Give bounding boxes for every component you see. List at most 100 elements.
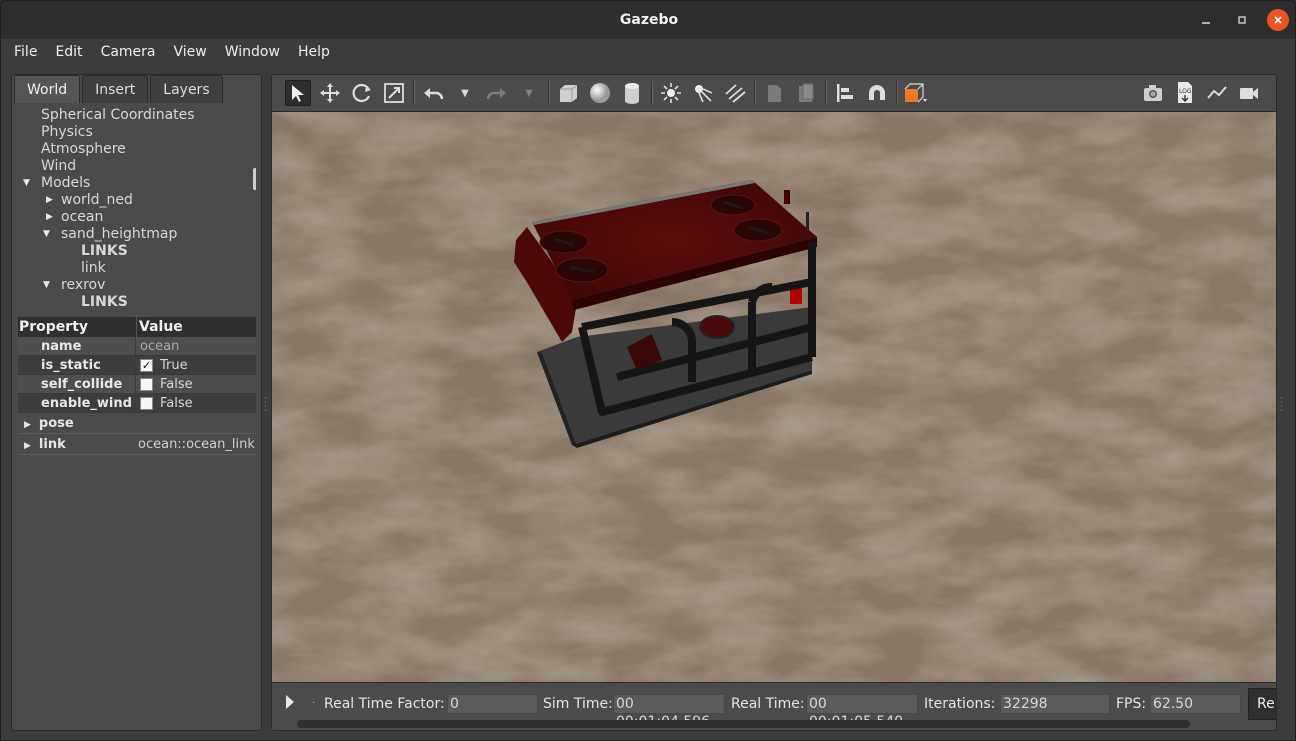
enable-wind-checkbox[interactable] [140,396,153,410]
video-record-icon[interactable] [1236,80,1262,106]
tab-insert[interactable]: Insert [82,75,149,103]
select-arrow-icon[interactable] [285,80,311,106]
property-row-enable-wind: enable_wind False [18,394,256,413]
left-splitter-grip[interactable]: · · · · [264,395,267,415]
expanded-arrow-icon[interactable]: ▼ [23,175,30,192]
expanded-arrow-icon[interactable]: ▼ [43,277,50,294]
tree-item-world-ned[interactable]: ▶ world_ned [18,192,256,209]
property-group-link[interactable]: ▶ link ocean::ocean_link [18,435,256,455]
expanded-arrow-icon[interactable]: ▼ [43,226,50,243]
tree-item-physics[interactable]: Physics [18,124,256,141]
sand-texture [272,112,1276,682]
tree-item-link[interactable]: link [18,260,256,277]
property-row-is-static: is_static ✓ True [18,356,256,375]
cylinder-shape-icon[interactable] [619,80,645,106]
robot-sensor-2 [806,212,809,230]
iterations-label: Iterations: [924,696,996,712]
title-bar[interactable]: Gazebo [1,1,1295,39]
tree-item-spherical-coordinates[interactable]: Spherical Coordinates [18,107,256,124]
is-static-checkbox[interactable]: ✓ [140,358,153,372]
tab-world[interactable]: World [14,75,81,103]
redo-icon[interactable] [484,80,510,106]
self-collide-checkbox[interactable] [140,377,153,391]
property-table-header: Property Value [18,317,256,337]
tab-layers[interactable]: Layers [150,75,223,103]
scale-icon[interactable] [381,80,407,106]
property-group-pose[interactable]: ▶ pose [18,414,256,434]
status-horizontal-scrollbar[interactable] [297,720,1190,728]
screenshot-camera-icon[interactable] [1140,80,1166,106]
left-panel-tabs: World Insert Layers [14,75,225,103]
spot-light-icon[interactable] [690,80,716,106]
robot-red-light [790,288,802,304]
tree-item-ocean[interactable]: ▶ ocean [18,209,256,226]
real-time-label: Real Time: [731,696,805,712]
plot-icon[interactable] [1204,80,1230,106]
menu-window[interactable]: Window [216,44,289,60]
rotate-icon[interactable] [349,80,375,106]
property-column-header: Property [19,319,89,335]
tree-item-rexrov[interactable]: ▼ rexrov [18,277,256,294]
paste-icon[interactable] [793,80,819,106]
tree-item-links-header: LINKS [81,243,128,259]
translate-icon[interactable] [317,80,343,106]
snap-magnet-icon[interactable] [864,80,890,106]
menu-view[interactable]: View [165,44,216,60]
maximize-button[interactable] [1231,9,1253,31]
render-area: ▼ ▼ LOG . Real Time Factor: 0 Sim Time: … [271,74,1277,731]
collapsed-arrow-icon[interactable]: ▶ [46,209,53,226]
tree-item-atmosphere[interactable]: Atmosphere [18,141,256,158]
property-value-name: ocean [140,338,180,354]
svg-text:LOG: LOG [1179,88,1192,95]
box-shape-icon[interactable] [555,80,581,106]
rtf-label: Real Time Factor: [324,696,445,712]
tree-item-wind[interactable]: Wind [18,158,256,175]
left-panel: World Insert Layers Spherical Coordinate… [11,74,262,731]
property-table: Property Value name ocean is_static ✓ Tr… [18,317,256,455]
robot-sensor-1 [784,190,790,204]
sim-time-label: Sim Time: [543,696,613,712]
tree-item-models[interactable]: ▼ Models [18,175,256,192]
menu-help[interactable]: Help [289,44,339,60]
collapsed-arrow-icon[interactable]: ▶ [24,420,31,430]
align-icon[interactable] [832,80,858,106]
close-icon [1274,16,1282,24]
step-indicator-icon: . [312,695,316,706]
minimize-button[interactable] [1195,9,1217,31]
reset-time-button[interactable]: Re [1248,688,1276,720]
copy-icon[interactable] [761,80,787,106]
tree-item-sand-heightmap[interactable]: ▼ sand_heightmap [18,226,256,243]
point-light-icon[interactable] [658,80,684,106]
3d-viewport[interactable] [272,112,1277,682]
play-icon[interactable] [286,695,294,709]
tree-scrollbar[interactable] [253,168,256,190]
collapsed-arrow-icon[interactable]: ▶ [46,192,53,209]
menu-camera[interactable]: Camera [92,44,165,60]
directional-light-icon[interactable] [722,80,748,106]
main-toolbar: ▼ ▼ LOG [272,75,1276,112]
property-row-self-collide: self_collide False [18,375,256,394]
iterations-value: 32298 [1000,694,1110,714]
window-controls [1195,9,1289,31]
sphere-shape-icon[interactable] [587,80,613,106]
right-splitter-grip[interactable]: · · · · [1280,395,1283,415]
collapsed-arrow-icon[interactable]: ▶ [24,441,31,451]
menu-edit[interactable]: Edit [46,44,91,60]
scene-render[interactable] [272,112,1277,682]
link-value: ocean::ocean_link [138,437,255,452]
property-row-name[interactable]: name ocean [18,337,256,356]
log-icon[interactable]: LOG [1172,80,1198,106]
menu-file[interactable]: File [5,44,46,60]
world-tree[interactable]: Spherical Coordinates Physics Atmosphere… [18,107,256,311]
undo-dropdown-icon[interactable]: ▼ [452,80,478,106]
status-bar: . Real Time Factor: 0 Sim Time: 00 00:01… [272,682,1276,730]
view-angle-icon[interactable] [903,80,929,106]
redo-dropdown-icon[interactable]: ▼ [516,80,542,106]
tree-item-links-header: LINKS [81,294,128,310]
close-button[interactable] [1267,9,1289,31]
lower-thruster-2 [699,315,735,339]
menu-bar: File Edit Camera View Window Help [1,39,1295,65]
fps-value: 62.50 [1150,694,1241,714]
maximize-icon [1238,16,1246,24]
undo-icon[interactable] [420,80,446,106]
